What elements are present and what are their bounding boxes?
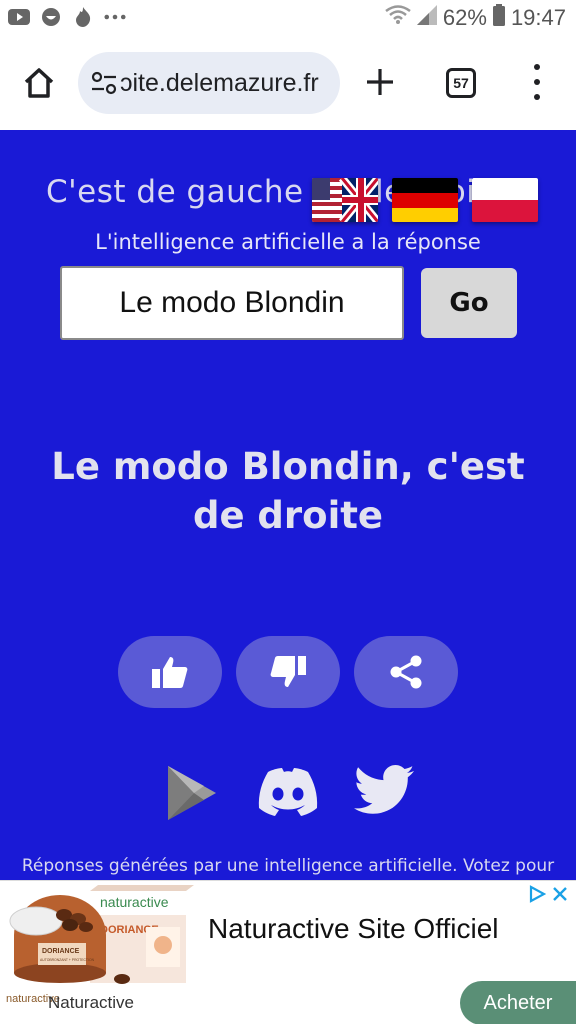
- language-flags: [312, 178, 538, 222]
- ad-product-name-jar: DORIANCE: [42, 948, 80, 955]
- ad-choices-icon: [529, 885, 546, 903]
- social-links: [0, 762, 576, 832]
- system-status: 62% 19:47: [385, 4, 566, 32]
- twitter-icon: [354, 765, 414, 814]
- menu-dot: [534, 94, 540, 100]
- ad-cta-button[interactable]: Acheter: [460, 981, 576, 1024]
- browser-menu-button[interactable]: [526, 64, 548, 100]
- google-play-icon: [168, 766, 216, 820]
- thumbs-down-icon: [270, 656, 306, 687]
- share-button[interactable]: [354, 636, 458, 708]
- url-text: ɔite.delemazure.fr: [120, 68, 319, 97]
- site-settings-icon[interactable]: [88, 67, 120, 99]
- answer-text: Le modo Blondin, c'est de droite: [51, 445, 525, 537]
- new-tab-button[interactable]: [362, 64, 398, 100]
- more-dots-icon: [104, 6, 126, 28]
- flame-icon: [72, 6, 94, 28]
- disclaimer-text: Réponses générées par une intelligence a…: [21, 856, 555, 876]
- flag-de-button[interactable]: [392, 178, 458, 222]
- downvote-button[interactable]: [236, 636, 340, 708]
- battery-level: 62%: [442, 5, 487, 30]
- smiley-icon: [40, 6, 62, 28]
- menu-dot: [534, 64, 540, 70]
- discord-link[interactable]: [256, 766, 320, 818]
- home-button[interactable]: [18, 62, 60, 104]
- ad-choices[interactable]: [528, 885, 568, 903]
- clock: 19:47: [510, 5, 566, 30]
- google-play-link[interactable]: [164, 764, 218, 822]
- tab-switcher-button[interactable]: 57: [446, 68, 476, 98]
- status-bar: 62% 19:47: [0, 0, 576, 38]
- home-icon: [24, 68, 54, 98]
- upvote-button[interactable]: [118, 636, 222, 708]
- battery-icon: [492, 4, 505, 32]
- close-icon[interactable]: [552, 886, 568, 902]
- ad-banner[interactable]: naturactive DORIANCE DORIANCE AUTOBRONZA…: [0, 880, 576, 1024]
- share-icon: [390, 655, 422, 689]
- ad-advertiser: Naturactive: [48, 993, 134, 1012]
- browser-toolbar: ɔite.delemazure.fr 57: [0, 38, 576, 130]
- address-bar[interactable]: ɔite.delemazure.fr: [78, 52, 340, 114]
- wifi-icon: [385, 5, 411, 31]
- youtube-icon: [8, 6, 30, 28]
- vote-buttons: [0, 636, 576, 708]
- flag-en-button[interactable]: [312, 178, 378, 222]
- menu-dot: [534, 79, 540, 85]
- plus-icon: [367, 69, 393, 95]
- flag-pl-button[interactable]: [472, 178, 538, 222]
- ad-product-sub: AUTOBRONZANT + PROTECTION: [40, 958, 95, 962]
- subtitle: L'intelligence artificielle a la réponse: [95, 230, 481, 254]
- ad-product-image[interactable]: naturactive DORIANCE DORIANCE AUTOBRONZA…: [6, 885, 194, 985]
- thumbs-up-icon: [152, 657, 188, 688]
- discord-icon: [258, 768, 318, 816]
- ad-title[interactable]: Naturactive Site Officiel: [208, 913, 499, 945]
- go-button[interactable]: Go: [421, 268, 517, 338]
- search-input[interactable]: [60, 266, 404, 340]
- page-content: C'est de gauche ou de droite L'intellige…: [0, 130, 576, 880]
- ad-product-brand: naturactive: [100, 894, 169, 910]
- twitter-link[interactable]: [352, 764, 416, 820]
- signal-icon: [416, 5, 437, 31]
- notification-icons: [8, 6, 126, 28]
